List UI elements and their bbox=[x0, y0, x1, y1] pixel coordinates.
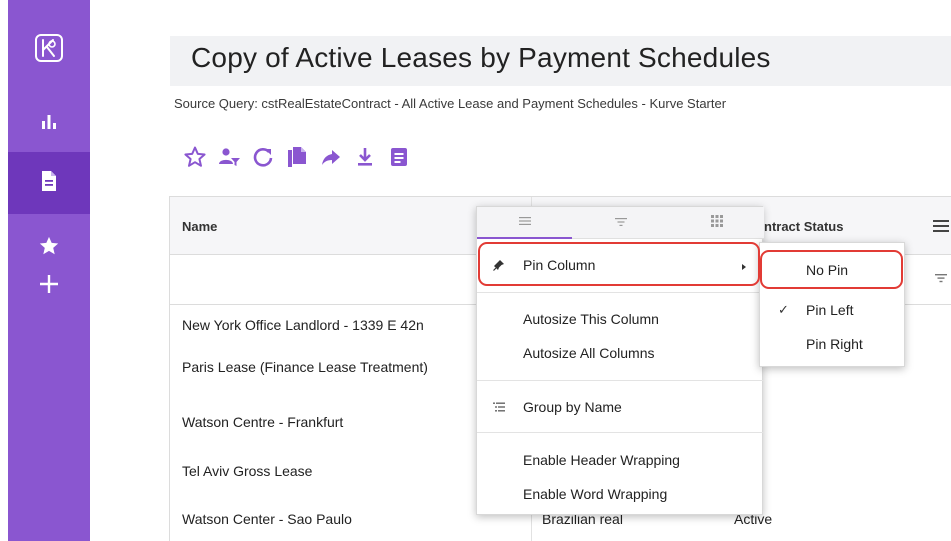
column-menu-tabs bbox=[477, 207, 764, 239]
sidebar-item-reports[interactable] bbox=[8, 152, 90, 214]
menu-item-label: Enable Header Wrapping bbox=[523, 452, 680, 468]
menu-item-label: Autosize This Column bbox=[523, 311, 659, 327]
sidebar bbox=[8, 0, 90, 541]
pin-submenu: No Pin ✓ Pin Left Pin Right bbox=[759, 242, 905, 367]
menu-item-pin-column[interactable]: Pin Column bbox=[477, 249, 764, 281]
pin-icon bbox=[491, 257, 507, 273]
download-button[interactable] bbox=[348, 145, 382, 173]
menu-item-label: Enable Word Wrapping bbox=[523, 486, 668, 502]
menu-item-group-by-name[interactable]: Group by Name bbox=[477, 391, 764, 423]
document-icon bbox=[40, 170, 58, 197]
menu-item-label: Pin Column bbox=[523, 257, 596, 273]
favorite-button[interactable] bbox=[178, 145, 212, 173]
column-menu: Pin Column Autosize This Column Autosize… bbox=[476, 206, 764, 515]
copy-icon bbox=[285, 145, 309, 174]
menu-item-label: Autosize All Columns bbox=[523, 345, 655, 361]
sidebar-item-add[interactable] bbox=[8, 266, 90, 306]
group-icon bbox=[491, 399, 507, 415]
cell-name: Paris Lease (Finance Lease Treatment) bbox=[182, 359, 428, 375]
cell-name: New York Office Landlord - 1339 E 42n bbox=[182, 317, 424, 333]
refresh-icon bbox=[251, 145, 275, 174]
user-filter-icon bbox=[217, 145, 241, 174]
share-icon bbox=[319, 145, 343, 174]
column-header-contract-status[interactable]: ntract Status bbox=[764, 219, 843, 234]
menu-item-autosize-all-columns[interactable]: Autosize All Columns bbox=[477, 337, 764, 369]
menu-divider bbox=[477, 432, 764, 433]
report-toolbar bbox=[178, 145, 416, 173]
cell-name: Watson Centre - Frankfurt bbox=[182, 414, 344, 430]
checkmark-icon: ✓ bbox=[778, 302, 789, 317]
page-margin bbox=[0, 0, 8, 541]
menu-divider bbox=[477, 292, 764, 293]
grid-dots-icon bbox=[710, 214, 723, 232]
plus-icon bbox=[38, 273, 60, 300]
menu-item-enable-word-wrapping[interactable]: Enable Word Wrapping bbox=[477, 478, 764, 510]
menu-item-enable-header-wrapping[interactable]: Enable Header Wrapping bbox=[477, 444, 764, 476]
menu-lines-icon bbox=[518, 213, 531, 231]
cell-name: Watson Center - Sao Paulo bbox=[182, 511, 352, 527]
filter-icon bbox=[614, 214, 627, 232]
submenu-item-no-pin[interactable]: No Pin bbox=[760, 254, 906, 286]
tab-filter[interactable] bbox=[573, 207, 668, 239]
share-button[interactable] bbox=[314, 145, 348, 173]
source-query-label: Source Query: cstRealEstateContract - Al… bbox=[174, 96, 727, 111]
menu-item-label: Group by Name bbox=[523, 399, 622, 415]
logo-button[interactable] bbox=[8, 30, 90, 70]
submenu-item-label: Pin Right bbox=[806, 336, 863, 352]
bar-chart-icon bbox=[39, 111, 59, 136]
user-filter-button[interactable] bbox=[212, 145, 246, 173]
refresh-button[interactable] bbox=[246, 145, 280, 173]
tab-columns[interactable] bbox=[669, 207, 764, 239]
menu-divider bbox=[477, 380, 764, 381]
submenu-arrow-icon bbox=[741, 259, 747, 277]
star-icon bbox=[38, 235, 60, 262]
star-outline-icon bbox=[183, 145, 207, 174]
menu-item-autosize-this-column[interactable]: Autosize This Column bbox=[477, 303, 764, 335]
column-header-name[interactable]: Name bbox=[182, 219, 217, 234]
notes-button[interactable] bbox=[382, 145, 416, 173]
submenu-item-pin-left[interactable]: ✓ Pin Left bbox=[760, 294, 906, 326]
filter-icon[interactable] bbox=[935, 270, 947, 288]
submenu-item-label: No Pin bbox=[806, 262, 849, 278]
sidebar-item-dashboards[interactable] bbox=[8, 102, 90, 144]
submenu-item-label: Pin Left bbox=[806, 302, 854, 318]
page-title: Copy of Active Leases by Payment Schedul… bbox=[191, 42, 771, 73]
notes-icon bbox=[387, 145, 411, 174]
cell-name: Tel Aviv Gross Lease bbox=[182, 463, 313, 479]
kurve-logo-icon bbox=[33, 32, 65, 69]
sidebar-item-favorites[interactable] bbox=[8, 226, 90, 270]
download-icon bbox=[353, 145, 377, 174]
column-menu-icon[interactable] bbox=[933, 219, 949, 238]
submenu-item-pin-right[interactable]: Pin Right bbox=[760, 328, 906, 360]
tab-general[interactable] bbox=[477, 207, 572, 239]
copy-button[interactable] bbox=[280, 145, 314, 173]
